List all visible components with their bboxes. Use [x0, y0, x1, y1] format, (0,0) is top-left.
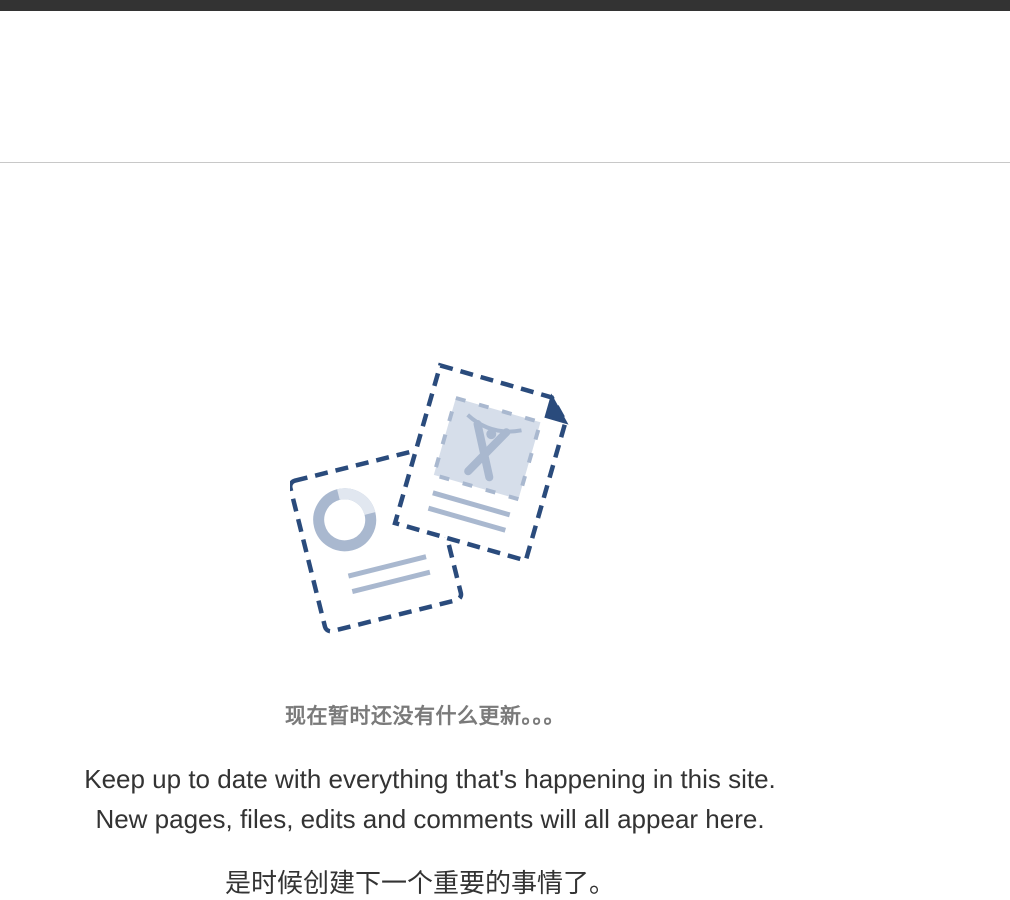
empty-state: 现在暂时还没有什么更新。。。 Keep up to date with ever… — [0, 163, 1010, 899]
page-header — [0, 11, 1010, 163]
empty-state-description: Keep up to date with everything that's h… — [0, 759, 860, 839]
empty-state-heading: 现在暂时还没有什么更新。。。 — [285, 704, 565, 728]
empty-state-description-line-2: New pages, files, edits and comments wil… — [95, 804, 765, 834]
empty-state-description-line-1: Keep up to date with everything that's h… — [84, 764, 776, 794]
empty-state-call-to-action: 是时候创建下一个重要的事情了。 — [224, 869, 615, 899]
top-bar — [0, 0, 1010, 11]
documents-illustration-icon — [290, 362, 569, 634]
